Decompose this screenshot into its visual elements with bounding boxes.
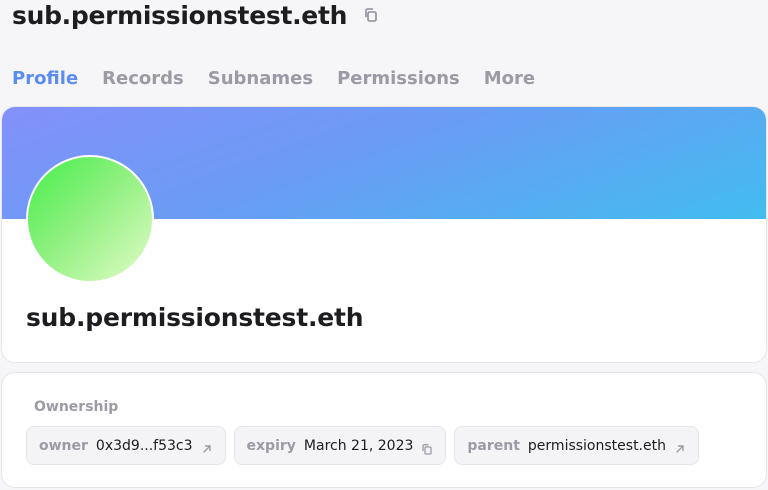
tab-more[interactable]: More [484,68,535,89]
owner-tag[interactable]: owner 0x3d9...f53c3 [26,426,226,465]
parent-tag[interactable]: parent permissionstest.eth [454,426,699,465]
ownership-tags: owner 0x3d9...f53c3 expiry March 21, 202… [26,426,699,465]
ownership-label: Ownership [34,399,119,415]
parent-key: parent [467,437,520,454]
external-link-icon [674,440,686,453]
tab-permissions[interactable]: Permissions [337,68,460,89]
page-header: sub.permissionstest.eth [12,0,379,30]
profile-card: sub.permissionstest.eth [1,106,767,363]
expiry-key: expiry [246,437,296,454]
external-link-icon [201,440,213,453]
expiry-tag[interactable]: expiry March 21, 2023 [233,426,447,465]
expiry-value: March 21, 2023 [303,437,414,454]
page-title: sub.permissionstest.eth [12,0,348,30]
ownership-card: Ownership owner 0x3d9...f53c3 expiry Mar… [1,372,767,488]
copy-icon[interactable] [363,7,379,23]
tab-bar: Profile Records Subnames Permissions Mor… [12,64,535,92]
tab-subnames[interactable]: Subnames [208,68,313,89]
owner-value: 0x3d9...f53c3 [95,437,193,454]
profile-name: sub.permissionstest.eth [26,303,364,332]
copy-icon [421,440,433,455]
avatar [26,155,154,283]
parent-value: permissionstest.eth [527,437,666,454]
tab-records[interactable]: Records [102,68,184,89]
owner-key: owner [39,437,88,454]
tab-profile[interactable]: Profile [12,68,78,89]
